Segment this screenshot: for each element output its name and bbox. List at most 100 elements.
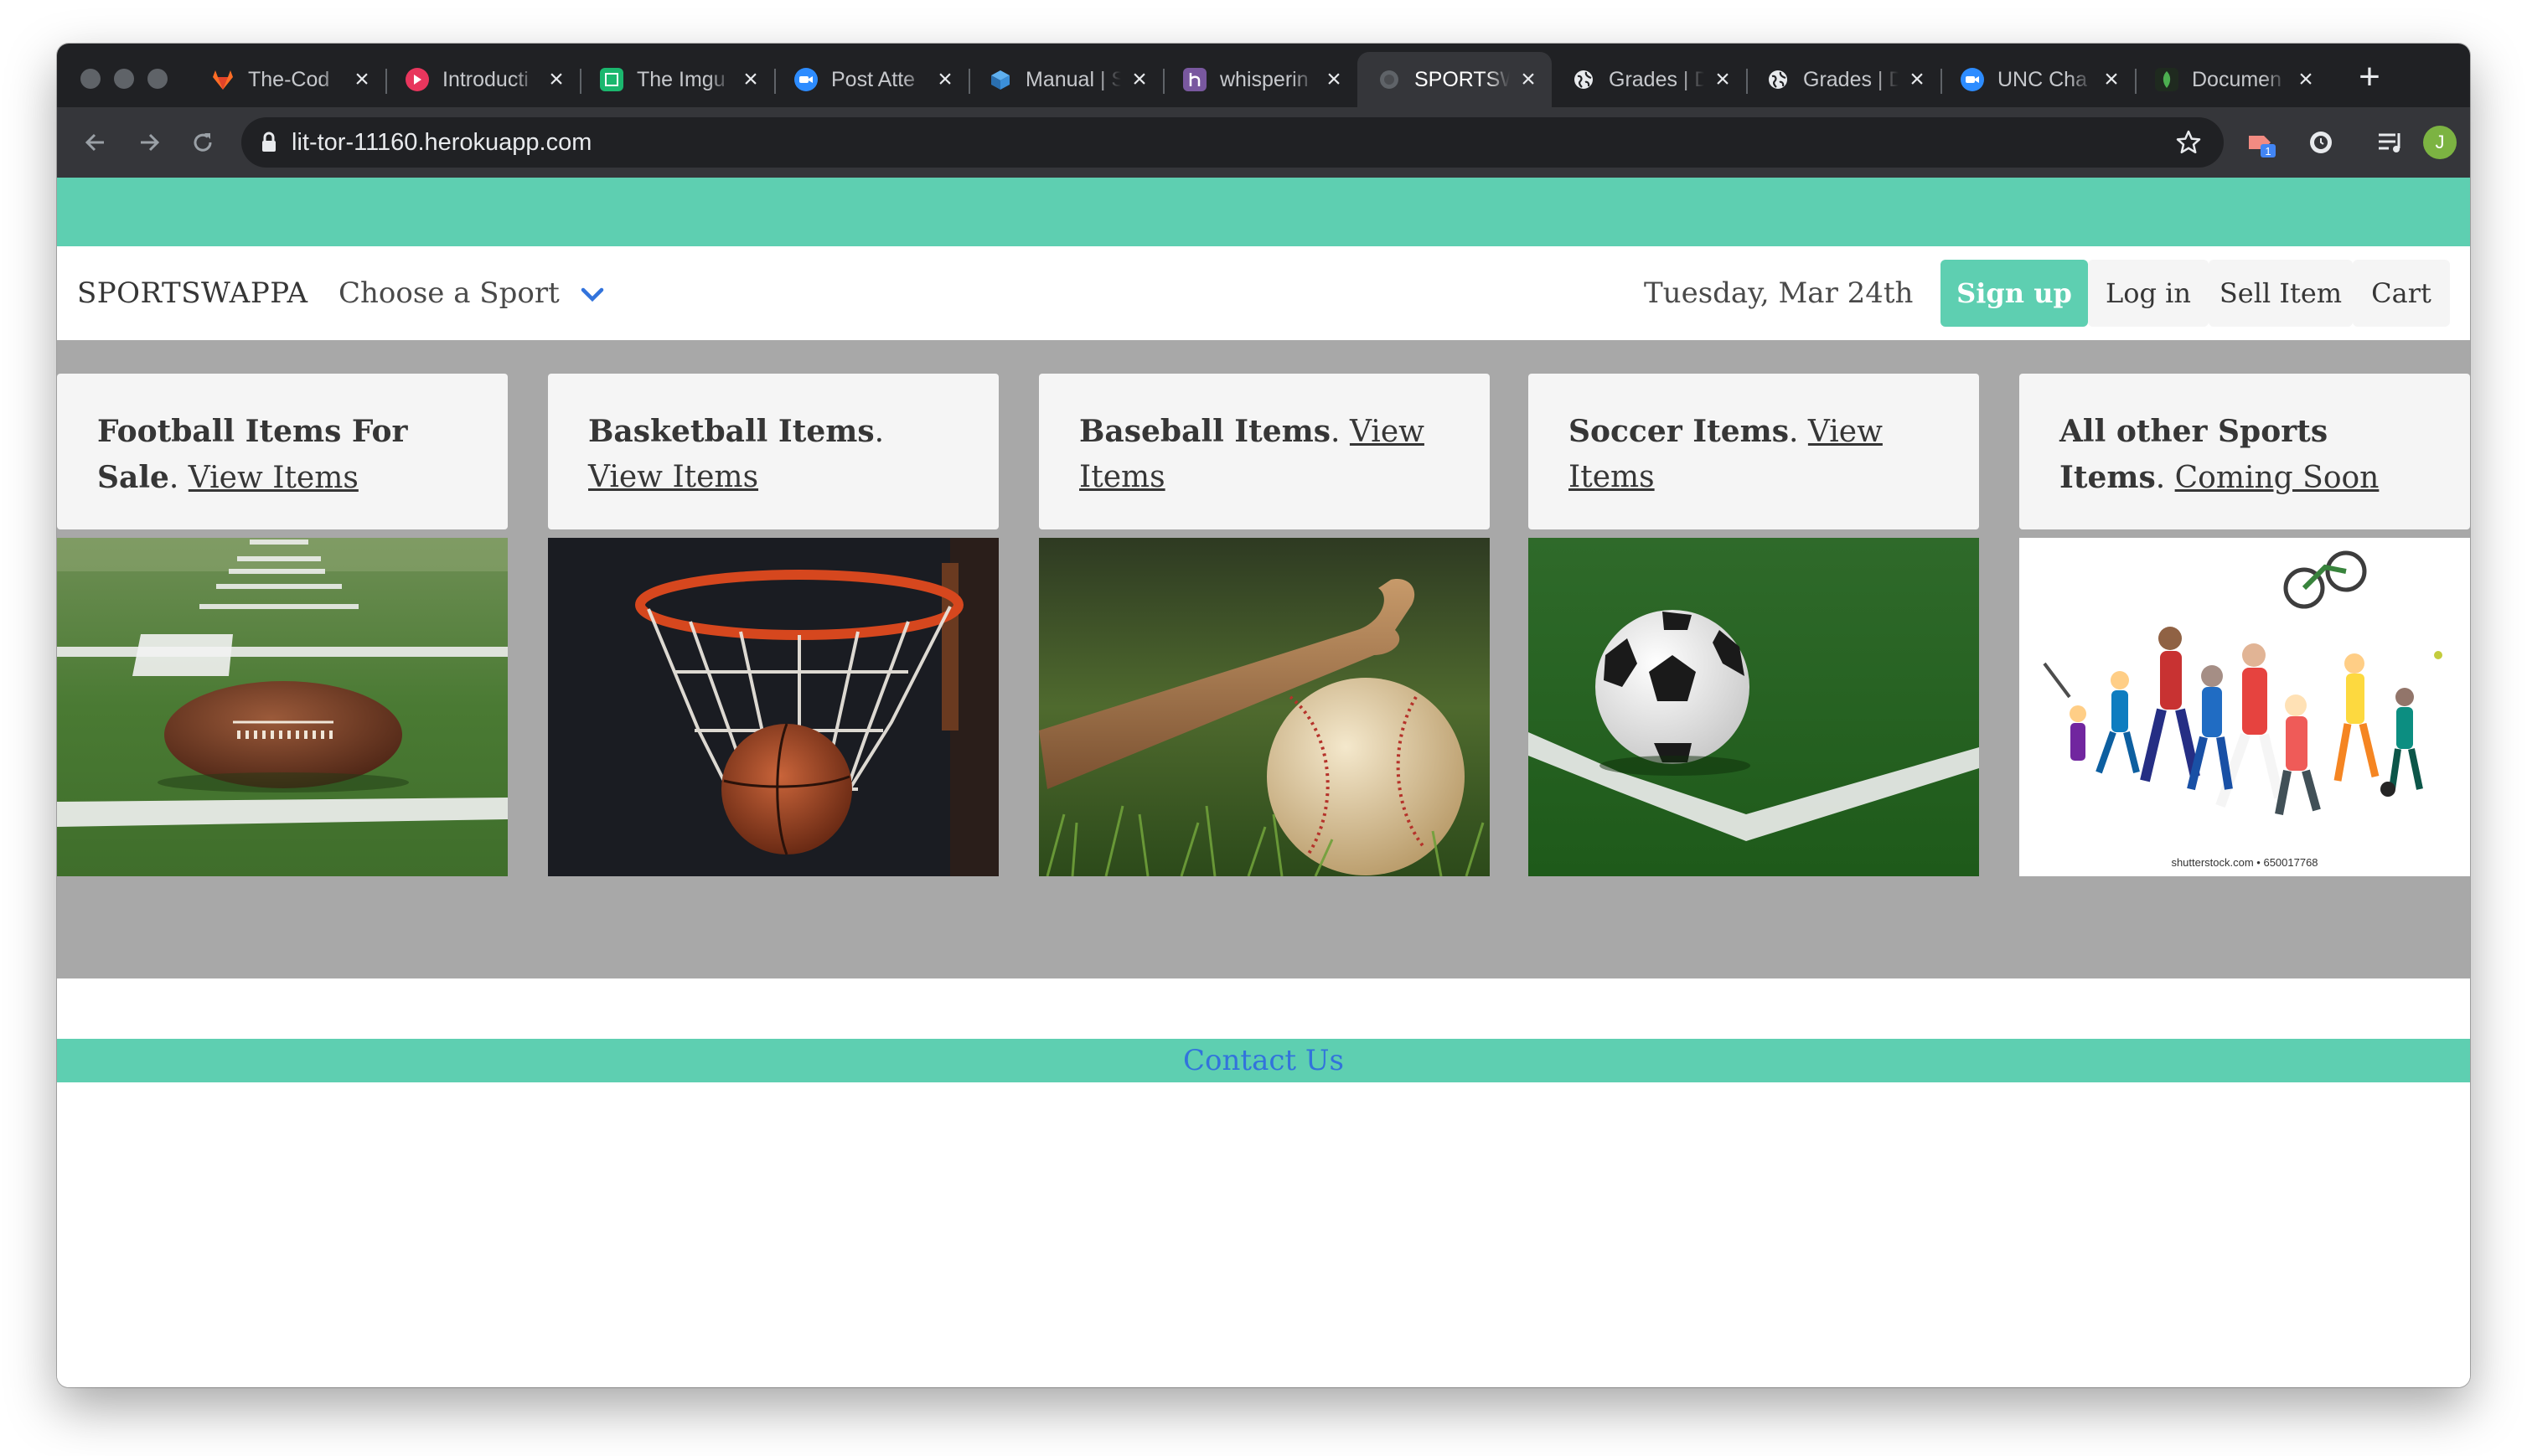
tab-imgur[interactable]: The Imgu × <box>580 52 774 107</box>
brand-logo[interactable]: SPORTSWAPPA <box>77 276 308 310</box>
arrow-right-icon <box>141 133 160 152</box>
tab-whispering[interactable]: whisperin × <box>1163 52 1357 107</box>
avatar: J <box>2423 126 2457 159</box>
soccer-ball-image <box>1528 538 1979 876</box>
extension-button[interactable]: 1 <box>2244 124 2281 161</box>
arrow-left-icon <box>85 133 104 152</box>
football-card: Football Items For Sale. View Items <box>57 374 508 529</box>
address-bar[interactable]: lit-tor-11160.herokuapp.com <box>241 117 2224 168</box>
close-icon[interactable]: × <box>2100 67 2123 92</box>
choose-sport-dropdown[interactable]: Choose a Sport <box>338 276 605 310</box>
close-icon[interactable]: × <box>1128 67 1151 92</box>
gitlab-icon <box>211 68 235 91</box>
new-tab-button[interactable]: + <box>2349 59 2390 99</box>
tab-title: Grades | D <box>1803 67 1899 91</box>
tab-title: UNC Cha <box>1997 67 2087 91</box>
zoom-icon <box>1961 68 1984 91</box>
window-controls <box>80 69 168 89</box>
browser-window: The-Cod × Introducti × The Imgu × Post A… <box>57 44 2470 1387</box>
close-icon[interactable]: × <box>1517 67 1540 92</box>
globe-icon <box>1377 68 1401 91</box>
close-icon[interactable]: × <box>1322 67 1346 92</box>
globe-icon <box>1766 68 1790 91</box>
play-icon <box>406 68 429 91</box>
browser-toolbar: lit-tor-11160.herokuapp.com 1 J <box>57 107 2470 178</box>
tab-documentation[interactable]: Documen × <box>2135 52 2329 107</box>
tab-grades-2[interactable]: Grades | D × <box>1746 52 1940 107</box>
current-date: Tuesday, Mar 24th <box>1644 276 1914 310</box>
chevron-down-icon <box>581 287 603 302</box>
extension-button-2[interactable] <box>2302 124 2339 161</box>
watermark-text: shutterstock.com • 650017768 <box>2171 856 2318 869</box>
tab-strip: The-Cod × Introducti × The Imgu × Post A… <box>57 44 2470 107</box>
close-icon[interactable]: × <box>1711 67 1734 92</box>
imgur-icon <box>600 68 623 91</box>
log-in-button[interactable]: Log in <box>2088 260 2209 327</box>
sports-collage-image: shutterstock.com • 650017768 <box>2019 538 2470 876</box>
soccer-card: Soccer Items. View Items <box>1528 374 1979 529</box>
close-icon[interactable]: × <box>739 67 762 92</box>
close-icon[interactable]: × <box>545 67 568 92</box>
leaf-icon <box>2155 68 2178 91</box>
football-on-field-image <box>57 538 508 876</box>
minimize-window-button[interactable] <box>114 69 134 89</box>
close-window-button[interactable] <box>80 69 101 89</box>
basketball-card: Basketball Items. View Items <box>548 374 999 529</box>
view-items-link[interactable]: View Items <box>588 460 758 494</box>
basketball-hoop-image <box>548 538 999 876</box>
tab-title: Manual | S <box>1026 67 1121 91</box>
profile-avatar[interactable]: J <box>2421 124 2458 161</box>
tab-gitlab[interactable]: The-Cod × <box>191 52 385 107</box>
contact-us-link[interactable]: Contact Us <box>1183 1044 1344 1077</box>
baseball-card: Baseball Items. View Items <box>1039 374 1490 529</box>
cart-button[interactable]: Cart <box>2353 260 2450 327</box>
tab-post-attendance[interactable]: Post Atte × <box>774 52 969 107</box>
tab-sportswappa[interactable]: SPORTSW × <box>1357 52 1552 107</box>
card-title: Soccer Items <box>1568 414 1789 449</box>
zoom-icon <box>794 68 818 91</box>
extension-badge: 1 <box>2265 145 2271 157</box>
back-button[interactable] <box>75 122 116 163</box>
bookmark-star-icon[interactable] <box>2175 129 2202 156</box>
dropdown-label: Choose a Sport <box>338 276 560 310</box>
reload-icon <box>194 133 212 152</box>
tab-unc-chat[interactable]: UNC Cha × <box>1940 52 2135 107</box>
other-sports-card: All other Sports Items. Coming Soon <box>2019 374 2470 529</box>
site-navbar: SPORTSWAPPA Choose a Sport Tuesday, Mar … <box>57 246 2470 340</box>
close-icon[interactable]: × <box>933 67 957 92</box>
sports-grid: Football Items For Sale. View Items Bask… <box>57 340 2470 1082</box>
baseball-and-bat-image <box>1039 538 1490 876</box>
globe-icon <box>1572 68 1595 91</box>
view-items-link[interactable]: View Items <box>189 461 359 495</box>
maximize-window-button[interactable] <box>147 69 168 89</box>
tab-list: The-Cod × Introducti × The Imgu × Post A… <box>191 52 2329 107</box>
tab-title: Grades | D <box>1609 67 1704 91</box>
sign-up-button[interactable]: Sign up <box>1940 260 2088 327</box>
tab-introduction[interactable]: Introducti × <box>385 52 580 107</box>
tab-title: Post Atte <box>831 67 916 91</box>
extension-icon: 1 <box>2249 136 2276 157</box>
lock-icon <box>262 132 276 152</box>
forward-button[interactable] <box>129 122 169 163</box>
playlist-icon <box>2379 133 2400 152</box>
tab-manual[interactable]: Manual | S × <box>969 52 1163 107</box>
sell-item-button[interactable]: Sell Item <box>2209 260 2353 327</box>
cube-icon <box>989 68 1012 91</box>
timer-icon <box>2310 132 2332 153</box>
tab-title: Introducti <box>442 67 529 91</box>
tab-grades-1[interactable]: Grades | D × <box>1552 52 1746 107</box>
close-icon[interactable]: × <box>350 67 374 92</box>
heroku-icon <box>1183 68 1207 91</box>
tab-title: The Imgu <box>637 67 726 91</box>
site-footer: Contact Us <box>57 1039 2470 1082</box>
close-icon[interactable]: × <box>1905 67 1929 92</box>
web-page: SPORTSWAPPA Choose a Sport Tuesday, Mar … <box>57 178 2470 1387</box>
coming-soon-link[interactable]: Coming Soon <box>2175 461 2380 495</box>
reload-button[interactable] <box>183 122 223 163</box>
tab-title: Documen <box>2192 67 2282 91</box>
tab-title: The-Cod <box>248 67 330 91</box>
media-control-button[interactable] <box>2375 124 2408 161</box>
close-icon[interactable]: × <box>2294 67 2318 92</box>
tab-title: whisperin <box>1220 67 1309 91</box>
card-title: Baseball Items <box>1079 414 1331 449</box>
